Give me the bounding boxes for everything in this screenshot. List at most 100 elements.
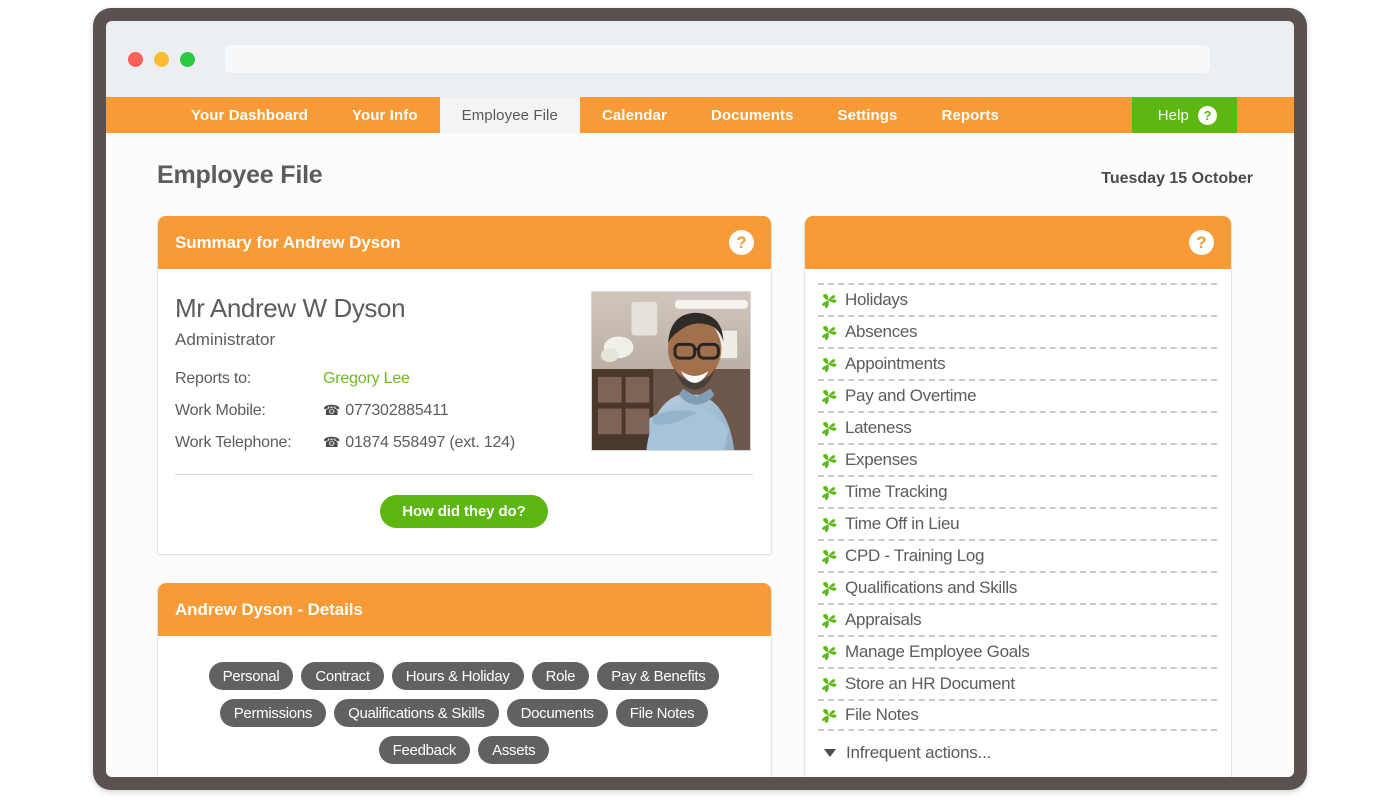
minimize-window-button[interactable]	[154, 51, 169, 67]
main-navigation: Your Dashboard Your Info Employee File C…	[106, 97, 1294, 133]
nav-tab-settings[interactable]: Settings	[816, 97, 920, 133]
pinwheel-icon	[821, 581, 837, 596]
action-label: Appraisals	[845, 610, 922, 629]
pinwheel-icon	[821, 517, 837, 532]
action-label: File Notes	[845, 705, 919, 724]
pinwheel-icon	[821, 325, 837, 340]
right-column: ? Holidays Absences Appointments Pay and…	[804, 216, 1232, 777]
infrequent-actions-toggle[interactable]: Infrequent actions...	[818, 731, 1217, 767]
employee-photo	[591, 291, 751, 451]
chevron-down-icon	[824, 749, 836, 757]
action-label: Qualifications and Skills	[845, 578, 1018, 597]
details-card-header: Andrew Dyson - Details	[158, 583, 771, 636]
nav-tab-label: Reports	[941, 106, 999, 124]
action-item-pay-and-overtime[interactable]: Pay and Overtime	[818, 379, 1217, 411]
action-item-file-notes[interactable]: File Notes	[818, 699, 1217, 731]
pinwheel-icon	[821, 389, 837, 404]
nav-tab-your-info[interactable]: Your Info	[330, 97, 440, 133]
nav-tab-label: Documents	[710, 106, 794, 124]
action-item-time-tracking[interactable]: Time Tracking	[818, 475, 1217, 507]
action-item-manage-employee-goals[interactable]: Manage Employee Goals	[818, 635, 1217, 667]
details-pill-contract[interactable]: Contract	[301, 662, 384, 690]
action-item-lateness[interactable]: Lateness	[818, 411, 1217, 443]
action-item-appointments[interactable]: Appointments	[818, 347, 1217, 379]
nav-tab-your-dashboard[interactable]: Your Dashboard	[169, 97, 330, 133]
details-pill-pay-benefits[interactable]: Pay & Benefits	[597, 662, 720, 690]
details-pill-feedback[interactable]: Feedback	[378, 736, 471, 764]
browser-titlebar	[106, 21, 1294, 97]
summary-card-header: Summary for Andrew Dyson ?	[158, 216, 771, 269]
browser-window: Your Dashboard Your Info Employee File C…	[93, 8, 1307, 790]
action-label: Appointments	[845, 354, 946, 373]
nav-tab-label: Settings	[837, 106, 898, 124]
detail-row-work-telephone: Work Telephone: ☎ 01874 558497 (ext. 124)	[175, 434, 515, 452]
action-item-qualifications-and-skills[interactable]: Qualifications and Skills	[818, 571, 1217, 603]
details-pill-hours-holiday[interactable]: Hours & Holiday	[391, 662, 524, 690]
action-item-appraisals[interactable]: Appraisals	[818, 603, 1217, 635]
action-label: Lateness	[845, 418, 912, 437]
nav-tab-reports[interactable]: Reports	[920, 97, 1021, 133]
action-item-absences[interactable]: Absences	[818, 315, 1217, 347]
actions-card-body: Holidays Absences Appointments Pay and O…	[805, 269, 1231, 777]
help-icon[interactable]: ?	[1189, 230, 1214, 255]
action-item-holidays[interactable]: Holidays	[818, 283, 1217, 315]
nav-tail	[1237, 97, 1294, 133]
help-icon[interactable]: ?	[729, 230, 754, 255]
work-telephone-value: ☎ 01874 558497 (ext. 124)	[323, 434, 515, 452]
page-header: Employee File Tuesday 15 October	[157, 161, 1253, 190]
employee-info: Mr Andrew W Dyson Administrator Reports …	[175, 291, 515, 466]
content-columns: Summary for Andrew Dyson ? Mr Andrew W D…	[157, 216, 1253, 777]
details-card-body: Personal Contract Hours & Holiday Role P…	[158, 636, 771, 777]
details-pill-documents[interactable]: Documents	[506, 699, 608, 727]
maximize-window-button[interactable]	[180, 51, 195, 67]
nav-tab-label: Your Dashboard	[191, 106, 308, 124]
details-pill-file-notes[interactable]: File Notes	[615, 699, 709, 727]
employee-role: Administrator	[175, 330, 276, 349]
reports-to-link[interactable]: Gregory Lee	[323, 370, 410, 388]
detail-label: Work Mobile:	[175, 402, 266, 419]
pinwheel-icon	[821, 549, 837, 564]
question-mark-icon[interactable]: ?	[1198, 105, 1217, 125]
pinwheel-icon	[821, 708, 837, 723]
close-window-button[interactable]	[128, 51, 143, 67]
nav-tab-documents[interactable]: Documents	[689, 97, 816, 133]
pinwheel-icon	[821, 453, 837, 468]
action-label: Time Off in Lieu	[845, 514, 960, 533]
pinwheel-icon	[821, 677, 837, 692]
nav-tab-employee-file[interactable]: Employee File	[439, 97, 580, 133]
work-telephone-number: 01874 558497 (ext. 124)	[345, 434, 516, 451]
current-date: Tuesday 15 October	[1101, 170, 1253, 187]
summary-card: Summary for Andrew Dyson ? Mr Andrew W D…	[157, 216, 772, 555]
pinwheel-icon	[821, 293, 837, 308]
action-item-time-off-in-lieu[interactable]: Time Off in Lieu	[818, 507, 1217, 539]
nav-tab-label: Calendar	[601, 106, 667, 124]
pinwheel-icon	[821, 613, 837, 628]
action-item-cpd-training-log[interactable]: CPD - Training Log	[818, 539, 1217, 571]
details-pill-role[interactable]: Role	[531, 662, 590, 690]
details-pill-assets[interactable]: Assets	[478, 736, 550, 764]
summary-row: Mr Andrew W Dyson Administrator Reports …	[175, 291, 753, 466]
action-item-store-an-hr-document[interactable]: Store an HR Document	[818, 667, 1217, 699]
action-label: Pay and Overtime	[845, 386, 977, 405]
action-label: Holidays	[845, 290, 908, 309]
details-pill-permissions[interactable]: Permissions	[219, 699, 327, 727]
phone-icon: ☎	[323, 402, 341, 418]
work-mobile-number: 077302885411	[345, 402, 449, 419]
action-label: Store an HR Document	[845, 674, 1015, 693]
summary-card-title: Summary for Andrew Dyson	[175, 232, 401, 252]
actions-card-header: ?	[805, 216, 1231, 269]
browser-viewport: Your Dashboard Your Info Employee File C…	[106, 21, 1294, 777]
action-label: Time Tracking	[845, 482, 948, 501]
nav-tab-help[interactable]: Help ?	[1131, 97, 1237, 133]
action-item-expenses[interactable]: Expenses	[818, 443, 1217, 475]
details-pill-qualifications-skills[interactable]: Qualifications & Skills	[334, 699, 499, 727]
nav-tab-calendar[interactable]: Calendar	[580, 97, 689, 133]
details-pill-personal[interactable]: Personal	[208, 662, 294, 690]
traffic-lights	[128, 51, 195, 67]
details-card: Andrew Dyson - Details Personal Contract…	[157, 583, 772, 777]
pinwheel-icon	[821, 485, 837, 500]
page-title: Employee File	[157, 161, 323, 189]
how-did-they-do-button[interactable]: How did they do?	[380, 495, 548, 528]
address-bar[interactable]	[225, 45, 1210, 73]
